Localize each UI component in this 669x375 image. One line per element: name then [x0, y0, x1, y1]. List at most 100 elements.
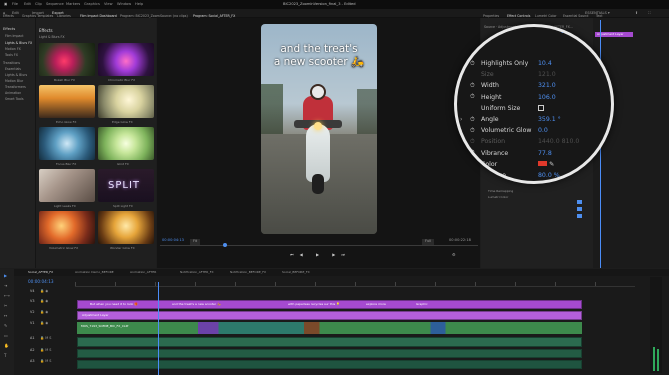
stopwatch-icon[interactable]: ⏱ [470, 93, 475, 101]
transport-controls[interactable]: ⏮◀ ▶ ▶⏭ [290, 253, 351, 257]
timeline-timecode[interactable]: 00:00:04:13 [28, 279, 54, 284]
expand-chevron-icon[interactable]: › [460, 127, 462, 134]
stopwatch-icon[interactable]: ⏱ [470, 149, 475, 157]
track-header-v2[interactable]: V2 [30, 310, 34, 314]
track-header-v4[interactable]: V4 [30, 289, 34, 293]
clip-a2-audio[interactable] [77, 349, 582, 358]
track-header-a3[interactable]: A3 [30, 359, 34, 363]
effect-thumb-light-leaks[interactable] [39, 169, 95, 202]
lens-row-uniform-size[interactable]: Uniform Size [457, 103, 611, 114]
track-controls-icon[interactable]: 🔒 ◉ [40, 289, 48, 293]
seq-tab-social-before[interactable]: Social_BEFORE_FX [282, 271, 310, 274]
track-select-icon[interactable]: ⇥ [4, 284, 7, 288]
color-swatch[interactable]: ✎ [538, 161, 554, 168]
ec-row-lumetri[interactable]: Lumetri Color [488, 196, 508, 199]
effect-thumb-edge-glow[interactable] [98, 85, 154, 118]
clip-a1-audio[interactable] [77, 337, 582, 347]
lens-row-height[interactable]: ⏱ Height 106.0 [457, 92, 611, 103]
stopwatch-icon[interactable]: ⏱ [470, 116, 475, 124]
expand-chevron-icon[interactable]: › [460, 116, 462, 123]
track-controls-icon[interactable]: 🔒 M S [40, 348, 51, 352]
menu-item-clip[interactable]: Clip [35, 2, 42, 7]
effect-thumb-echo-glow[interactable] [39, 85, 95, 118]
seq-tab-notification-before[interactable]: Notification_BEFORE_FX [230, 271, 266, 274]
lens-row-angle[interactable]: › ⏱ Angle 359.1 ° [457, 114, 611, 125]
pen-tool-icon[interactable]: ✎ [4, 324, 7, 328]
menu-item-file[interactable]: File [12, 2, 18, 7]
program-scrubber[interactable] [160, 245, 478, 246]
ripple-edit-icon[interactable]: ⟷ [4, 294, 10, 298]
type-tool-icon[interactable]: T [4, 354, 6, 358]
ec-checkbox-2[interactable] [577, 207, 582, 211]
settings-icon[interactable]: ⚙ [452, 253, 456, 257]
quality-select[interactable]: Full [422, 239, 435, 245]
nav-item-transformers[interactable]: Transformers [5, 85, 26, 89]
selection-tool-icon[interactable]: ▶ [4, 274, 7, 278]
hand-tool-icon[interactable]: ✋ [4, 344, 9, 348]
ec-checkbox-1[interactable] [577, 200, 582, 204]
stopwatch-icon[interactable]: ⏱ [470, 172, 475, 180]
seq-tab-animation-after[interactable]: Animation_AFTER [130, 271, 156, 274]
lens-row-value[interactable]: 1440.0 810.0 [538, 138, 579, 145]
lens-row-value[interactable]: 321.0 [538, 82, 556, 89]
lens-row-value[interactable]: 359.1 ° [538, 116, 561, 123]
track-controls-icon[interactable]: 🔒 ◉ [40, 321, 48, 325]
lens-row-width[interactable]: ⏱ Width 321.0 [457, 80, 611, 91]
clip-v3-graphic[interactable]: But when you need it to look 🎁 and the t… [77, 300, 582, 309]
nav-item-tools-fx[interactable]: Tools FX [5, 53, 18, 57]
stopwatch-icon[interactable]: ⏱ [470, 82, 475, 90]
menu-item-window[interactable]: Window [117, 2, 131, 7]
stopwatch-icon[interactable]: ⏱ [470, 127, 475, 135]
rectangle-tool-icon[interactable]: ▭ [4, 334, 8, 338]
track-header-v3[interactable]: V3 [30, 299, 34, 303]
lens-row-value[interactable]: 121.0 [538, 71, 556, 78]
track-controls-icon[interactable]: 🔒 ◉ [40, 299, 48, 303]
time-ruler[interactable] [75, 282, 635, 287]
track-controls-icon[interactable]: 🔒 ◉ [40, 310, 48, 314]
uniform-size-checkbox[interactable] [538, 104, 544, 113]
lens-row-value[interactable]: 77.8 [538, 150, 552, 157]
lens-row-volumetric-glow[interactable]: › ⏱ Volumetric Glow 0.0 [457, 125, 611, 136]
lens-row-value[interactable]: 0.0 [538, 127, 548, 134]
program-timecode[interactable]: 00:00:04:13 [162, 238, 184, 243]
menu-item-markers[interactable]: Markers [66, 2, 80, 7]
seq-tab-notification-after[interactable]: Notification_AFTER_FX [180, 271, 214, 274]
razor-tool-icon[interactable]: ✂ [4, 304, 7, 308]
timeline-playhead[interactable] [158, 282, 159, 375]
stopwatch-icon[interactable]: ⏱ [470, 160, 475, 168]
seq-tab-social-after[interactable]: Social_AFTER_FX [28, 271, 53, 274]
effect-thumb-chromatic-blur[interactable] [98, 43, 154, 76]
track-header-v1[interactable]: V1 [30, 321, 34, 325]
clip-v2-adjustment[interactable]: Adjustment Layer [77, 311, 582, 320]
program-video-frame[interactable]: and the treat's a new scooter 🛵 [261, 24, 377, 234]
lens-row-vibrance[interactable]: ⏱ Vibrance 77.8 [457, 148, 611, 159]
program-playhead[interactable] [223, 243, 227, 247]
track-controls-icon[interactable]: 🔒 M S [40, 359, 51, 363]
stopwatch-icon[interactable]: ⏱ [470, 60, 475, 68]
slip-tool-icon[interactable]: ↔ [4, 314, 7, 318]
track-header-a1[interactable]: A1 [30, 336, 34, 340]
effect-thumb-wonder-glow[interactable] [98, 211, 154, 244]
clip-a3-audio[interactable] [77, 360, 582, 369]
nav-item-transitions[interactable]: Transitions [3, 61, 20, 65]
nav-item-smart-tools[interactable]: Smart Tools [5, 97, 24, 101]
nav-item-essentials[interactable]: Essentials [5, 67, 21, 71]
stopwatch-icon[interactable]: ⏱ [470, 138, 475, 146]
nav-item-motion-fx[interactable]: Motion FX [5, 47, 21, 51]
lens-row-value[interactable]: 10.4 [538, 60, 552, 67]
nav-item-motion-blur[interactable]: Motion Blur [5, 79, 23, 83]
effect-thumb-focus-blur[interactable] [39, 127, 95, 160]
ec-checkbox-3[interactable] [577, 214, 582, 218]
lens-row-colorize[interactable]: ⏱ Colorize 80.0 % [457, 170, 611, 181]
effect-thumb-volumetric-glow[interactable] [39, 211, 95, 244]
nav-item-animation[interactable]: Animation [5, 91, 21, 95]
menu-item-sequence[interactable]: Sequence [46, 2, 64, 7]
track-header-a2[interactable]: A2 [30, 348, 34, 352]
menu-item-help[interactable]: Help [135, 2, 143, 7]
lens-row-color[interactable]: ⏱ Color ✎ [457, 159, 611, 170]
nav-item-lights-blurs[interactable]: Lights & Blurs [5, 73, 27, 77]
seq-tab-animation-demo[interactable]: Animation Demo_BEFORE [75, 271, 114, 274]
nav-item-film-impact[interactable]: Film Impact [5, 34, 24, 38]
clip-v1-video[interactable]: MOS_7193_SCENE_BIC_FX_CLIP [77, 322, 582, 334]
track-controls-icon[interactable]: 🔒 M S [40, 336, 51, 340]
